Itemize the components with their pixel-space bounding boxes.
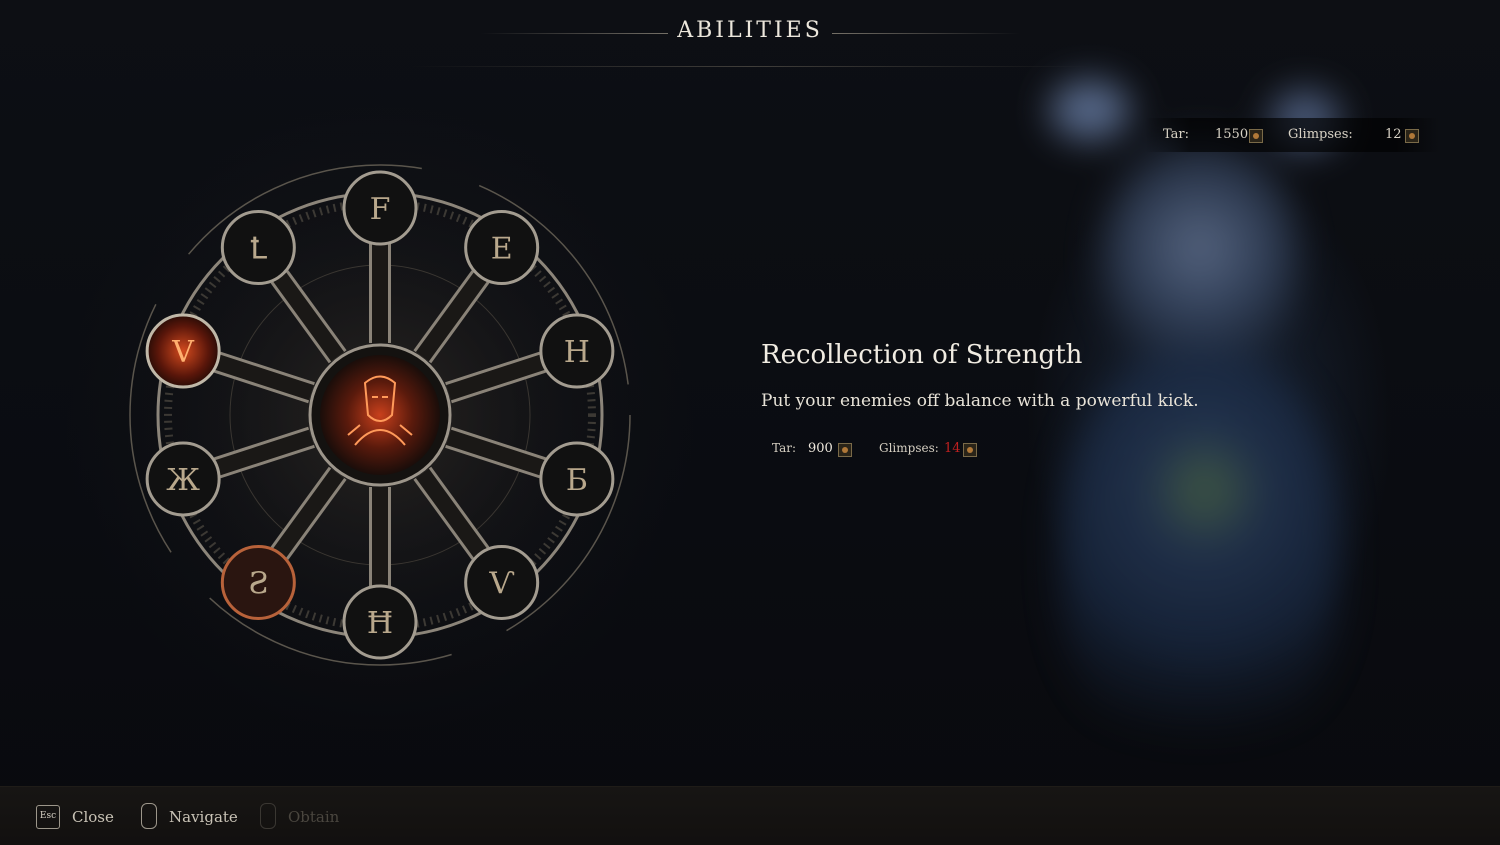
ability-description: Put your enemies off balance with a powe… [761,391,1199,411]
node-glyph: Ƨ [248,566,269,601]
header: ABILITIES [0,0,1500,70]
ability-cost: Tar: 900 Glimpses: 14 [760,438,1000,460]
node-glyph: V [171,335,195,370]
node-glyph: H [564,335,590,370]
ability-node-7[interactable]: Ƨ [220,544,296,620]
ability-node-4[interactable]: Б [539,441,615,517]
glimpses-label: Glimpses: [1288,127,1353,142]
ability-node-10[interactable]: Ꝉ [220,210,296,286]
node-glyph: Ж [166,463,200,498]
tar-label: Tar: [1163,127,1190,142]
header-ornament-right [832,33,1020,34]
close-button[interactable]: Close [72,808,114,826]
ability-node-1[interactable]: F [342,170,418,246]
glimpses-icon [1405,129,1419,143]
page-title: ABILITIES [677,18,823,43]
ability-wheel: F E H Б Ѵ Ħ Ƨ Ж V Ꝉ [120,155,640,675]
mouse-icon [141,803,157,829]
ability-node-8[interactable]: Ж [145,441,221,517]
mouse-left-icon [260,803,276,829]
ability-name: Recollection of Strength [761,340,1083,370]
center-ability[interactable] [308,343,452,487]
cost-tar-icon [838,443,852,457]
cost-glimpses-label: Glimpses: [879,441,939,455]
cost-tar-value: 900 [808,441,833,456]
node-glyph: F [370,192,391,227]
node-glyph: E [491,232,513,267]
tar-icon [1249,129,1263,143]
node-glyph: Б [566,463,588,498]
cost-tar-label: Tar: [772,441,797,455]
tar-value: 1550 [1215,127,1249,142]
glimpses-value: 12 [1385,127,1402,142]
node-glyph: Ħ [367,606,393,641]
ability-node-3[interactable]: H [539,313,615,389]
header-divider [410,66,1090,67]
ability-node-2[interactable]: E [464,210,540,286]
ability-node-6[interactable]: Ħ [342,584,418,660]
ability-node-5[interactable]: Ѵ [464,544,540,620]
obtain-button[interactable]: Obtain [288,808,339,826]
cost-glimpses-icon [963,443,977,457]
node-glyph: Ꝉ [250,232,268,267]
node-glyph: Ѵ [489,566,515,601]
ability-node-9[interactable]: V [145,313,221,389]
navigate-hint: Navigate [169,808,238,826]
blurred-creature-figure [1030,70,1360,790]
esc-key-icon: Esc [36,805,60,829]
resource-panel: Tar: 1550 Glimpses: 12 [1145,118,1440,152]
cost-glimpses-value: 14 [944,441,961,456]
control-hints-bar: Esc Close Navigate Obtain [0,786,1500,845]
